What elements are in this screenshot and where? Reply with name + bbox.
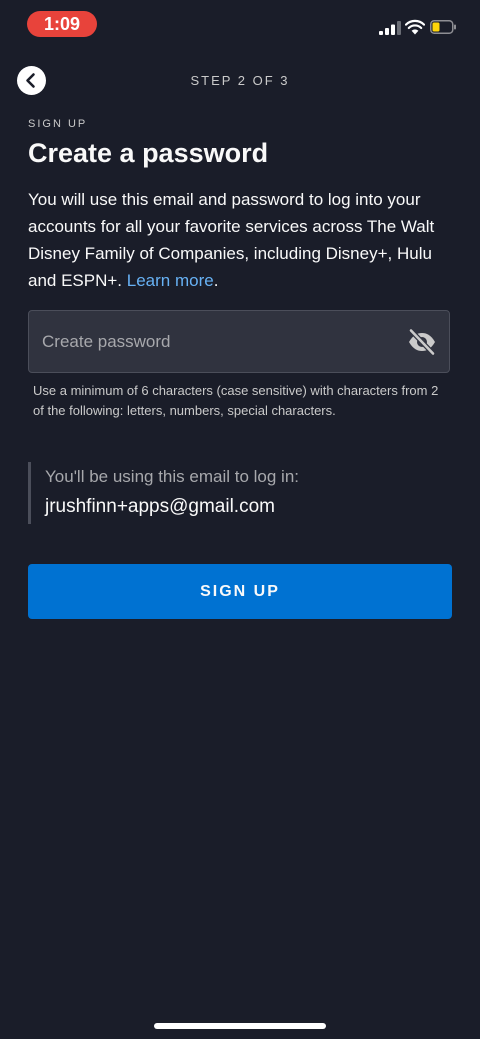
- email-value: jrushfinn+apps@gmail.com: [45, 496, 275, 517]
- page-title: Create a password: [28, 138, 269, 168]
- status-bar: 1:09: [0, 0, 480, 46]
- sign-up-button[interactable]: SIGN UP: [28, 564, 452, 619]
- password-input[interactable]: [42, 311, 392, 372]
- description-text: You will use this email and password to …: [28, 186, 458, 294]
- cellular-signal-icon: [379, 21, 401, 35]
- battery-low-icon: [430, 20, 456, 34]
- home-indicator: [154, 1023, 326, 1029]
- status-time: 1:09: [27, 11, 97, 37]
- section-eyebrow: SIGN UP: [28, 118, 88, 130]
- eye-slash-icon: [408, 328, 436, 356]
- password-field: [28, 310, 450, 373]
- password-visibility-toggle[interactable]: [407, 328, 437, 356]
- email-label: You'll be using this email to log in:: [45, 467, 299, 486]
- learn-more-link[interactable]: Learn more: [127, 271, 214, 290]
- password-hint: Use a minimum of 6 characters (case sens…: [33, 383, 439, 418]
- step-indicator: STEP 2 OF 3: [190, 73, 290, 88]
- description-period: .: [213, 271, 219, 290]
- email-info: You'll be using this email to log in: jr…: [28, 462, 448, 524]
- description-body: You will use this email and password to …: [28, 190, 435, 290]
- wifi-icon: [405, 19, 425, 35]
